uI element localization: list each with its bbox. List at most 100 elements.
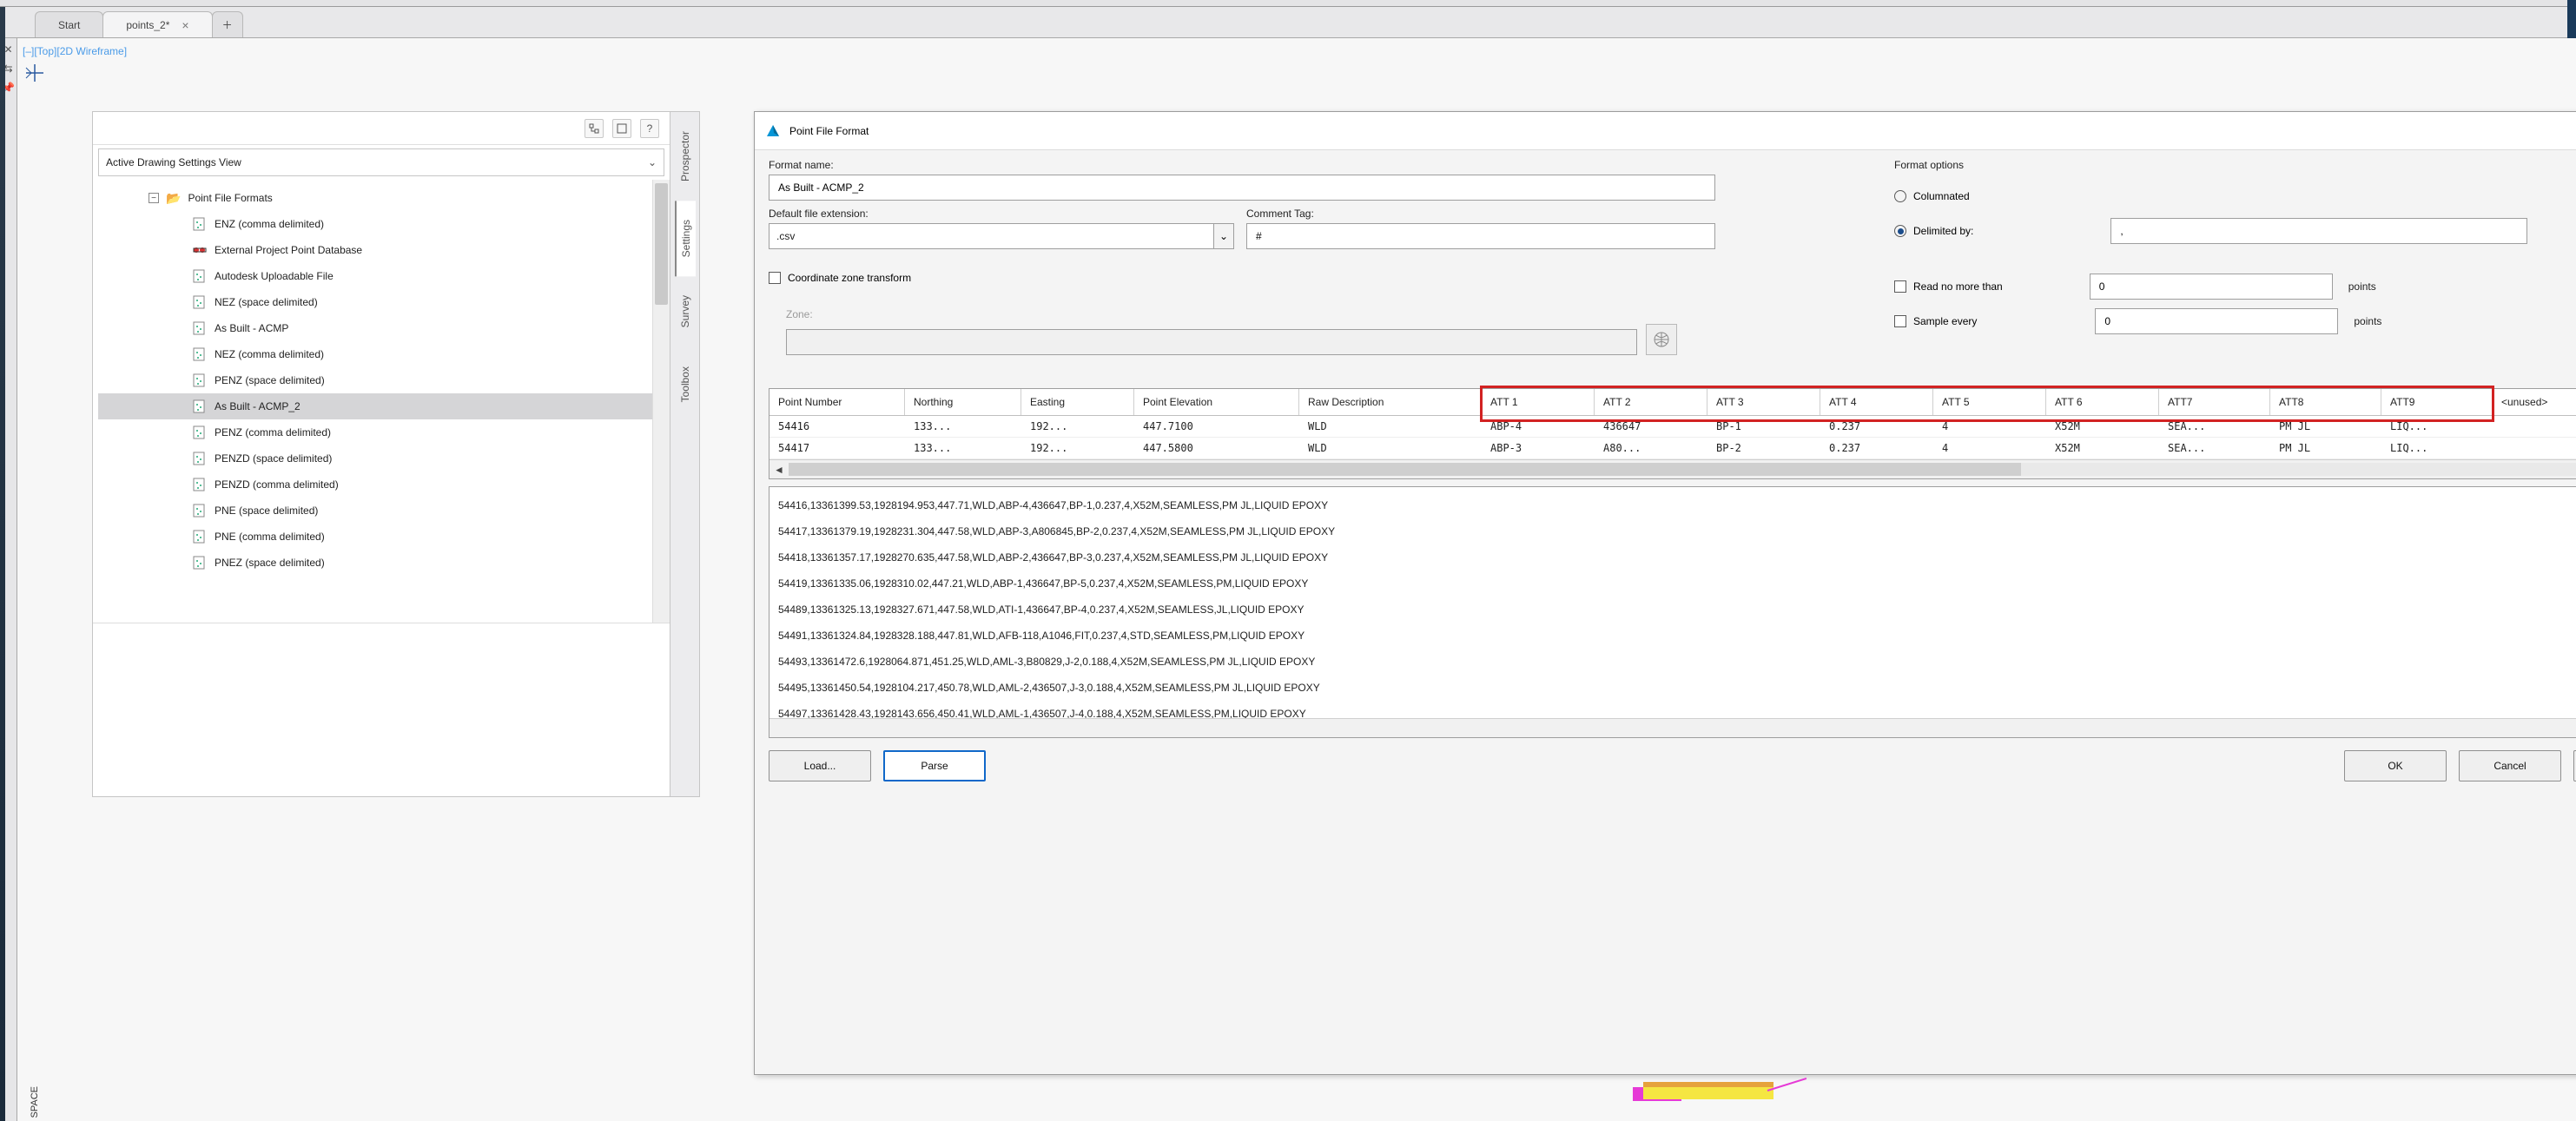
comment-tag-input[interactable] <box>1246 223 1715 249</box>
help-icon[interactable]: ? <box>640 119 659 138</box>
tree-item[interactable]: PNE (comma delimited) <box>98 524 664 550</box>
column-header[interactable]: ATT 4 <box>1820 389 1933 415</box>
column-header[interactable]: ATT 2 <box>1595 389 1707 415</box>
panel-icon[interactable] <box>612 119 631 138</box>
table-row[interactable]: 54416133...192...447.7100WLDABP-4436647B… <box>769 416 2576 438</box>
dialog-title: Point File Format <box>789 125 869 137</box>
format-name-input[interactable] <box>769 175 1715 201</box>
tree-item[interactable]: PENZD (space delimited) <box>98 445 664 471</box>
coord-zone-checkbox[interactable] <box>769 272 781 284</box>
tab-survey[interactable]: Survey <box>676 276 695 346</box>
read-no-more-checkbox[interactable] <box>1894 280 1906 293</box>
default-ext-combo[interactable]: .csv ⌄ <box>769 223 1234 249</box>
tree-item-label: As Built - ACMP_2 <box>215 400 301 412</box>
tree-item[interactable]: PENZD (comma delimited) <box>98 471 664 498</box>
raw-line: 54489,13361325.13,1928327.671,447.58,WLD… <box>778 597 2576 623</box>
tab-points2[interactable]: points_2* × <box>102 11 212 37</box>
columnated-radio[interactable] <box>1894 190 1906 202</box>
tree-root-point-file-formats[interactable]: −📂Point File Formats <box>98 185 664 211</box>
settings-tree[interactable]: −📂Point File FormatsENZ (comma delimited… <box>93 180 670 623</box>
column-header[interactable]: Point Elevation <box>1134 389 1299 415</box>
file-icon <box>192 373 208 387</box>
grid-h-scrollbar[interactable]: ◄ ► <box>769 459 2576 478</box>
column-header[interactable]: ATT 5 <box>1933 389 2046 415</box>
default-ext-label: Default file extension: <box>769 208 1234 220</box>
raw-preview-box[interactable]: 54416,13361399.53,1928194.953,447.71,WLD… <box>769 486 2576 738</box>
tree-item-label: PENZD (space delimited) <box>215 452 332 465</box>
model-space-label[interactable]: SPACE <box>30 1086 40 1118</box>
column-header[interactable]: ATT 6 <box>2046 389 2159 415</box>
tree-item[interactable]: PNE (space delimited) <box>98 498 664 524</box>
sample-every-checkbox[interactable] <box>1894 315 1906 327</box>
raw-line: 54491,13361324.84,1928328.188,447.81,WLD… <box>778 623 2576 649</box>
drawing-canvas[interactable]: [–][Top][2D Wireframe] ? Active Drawing … <box>17 38 2576 1121</box>
tree-item[interactable]: PENZ (space delimited) <box>98 367 664 393</box>
table-cell: X52M <box>2046 438 2159 458</box>
column-header[interactable]: ATT8 <box>2270 389 2381 415</box>
table-cell: 447.7100 <box>1134 416 1299 437</box>
tree-item[interactable]: As Built - ACMP <box>98 315 664 341</box>
column-header[interactable]: <unused> <box>2493 389 2576 415</box>
dialog-titlebar[interactable]: Point File Format ✕ <box>755 112 2576 150</box>
column-header[interactable]: Point Number <box>769 389 905 415</box>
column-header[interactable]: Raw Description <box>1299 389 1482 415</box>
column-header[interactable]: ATT7 <box>2159 389 2270 415</box>
raw-line: 54495,13361450.54,1928104.217,450.78,WLD… <box>778 675 2576 701</box>
collapse-icon[interactable]: − <box>149 193 159 203</box>
cancel-button[interactable]: Cancel <box>2459 750 2561 781</box>
table-row[interactable]: 54417133...192...447.5800WLDABP-3A80...B… <box>769 438 2576 459</box>
column-mapping-grid: Point NumberNorthingEastingPoint Elevati… <box>769 388 2576 479</box>
column-header[interactable]: Easting <box>1021 389 1134 415</box>
raw-line: 54419,13361335.06,1928310.02,447.21,WLD,… <box>778 570 2576 597</box>
column-header[interactable]: Northing <box>905 389 1021 415</box>
tree-item[interactable]: As Built - ACMP_2 <box>98 393 664 419</box>
file-icon <box>192 243 208 257</box>
chevron-down-icon[interactable]: ⌄ <box>1213 223 1234 249</box>
tree-item[interactable]: NEZ (space delimited) <box>98 289 664 315</box>
tree-item[interactable]: External Project Point Database <box>98 237 664 263</box>
table-cell: 192... <box>1021 438 1134 458</box>
tree-item[interactable]: PNEZ (space delimited) <box>98 550 664 576</box>
zone-label: Zone: <box>786 308 1842 320</box>
load-button[interactable]: Load... <box>769 750 871 781</box>
delimiter-input[interactable] <box>2110 218 2527 244</box>
tree-scrollbar[interactable] <box>652 180 670 623</box>
tree-item[interactable]: PENZ (comma delimited) <box>98 419 664 445</box>
file-icon <box>192 295 208 309</box>
tab-prospector[interactable]: Prospector <box>676 112 695 201</box>
table-cell: 0.237 <box>1820 416 1933 437</box>
viewport-label[interactable]: [–][Top][2D Wireframe] <box>23 45 127 57</box>
file-icon <box>192 478 208 491</box>
parse-button[interactable]: Parse <box>883 750 986 781</box>
file-icon <box>192 504 208 518</box>
raw-h-scrollbar[interactable] <box>769 718 2576 737</box>
table-cell: WLD <box>1299 416 1482 437</box>
delimited-radio[interactable] <box>1894 225 1906 237</box>
sample-every-input[interactable] <box>2095 308 2338 334</box>
tree-item[interactable]: NEZ (comma delimited) <box>98 341 664 367</box>
close-icon[interactable]: × <box>182 18 188 32</box>
ok-button[interactable]: OK <box>2344 750 2447 781</box>
zone-input <box>786 329 1637 355</box>
toolspace-panel: ? Active Drawing Settings View ⌄ −📂Point… <box>92 111 700 797</box>
tab-new[interactable]: ＋ <box>212 11 243 37</box>
file-icon <box>192 425 208 439</box>
settings-view-combo[interactable]: Active Drawing Settings View ⌄ <box>98 148 664 176</box>
tab-toolbox[interactable]: Toolbox <box>676 347 695 421</box>
tab-start[interactable]: Start <box>35 11 103 37</box>
read-no-more-input[interactable] <box>2090 274 2333 300</box>
tree-item[interactable]: Autodesk Uploadable File <box>98 263 664 289</box>
zone-globe-button[interactable] <box>1646 324 1677 355</box>
column-header[interactable]: ATT 1 <box>1482 389 1595 415</box>
column-header[interactable]: ATT9 <box>2381 389 2493 415</box>
chevron-down-icon: ⌄ <box>648 156 657 168</box>
tree-item-label: As Built - ACMP <box>215 322 288 334</box>
scroll-left-icon[interactable]: ◄ <box>769 460 789 479</box>
tree-item[interactable]: ENZ (comma delimited) <box>98 211 664 237</box>
sample-every-label: Sample every <box>1913 315 1977 327</box>
tree-item-label: PENZ (comma delimited) <box>215 426 331 439</box>
column-header[interactable]: ATT 3 <box>1707 389 1820 415</box>
tree-icon[interactable] <box>585 119 604 138</box>
tab-settings[interactable]: Settings <box>675 201 696 276</box>
table-cell: ABP-4 <box>1482 416 1595 437</box>
